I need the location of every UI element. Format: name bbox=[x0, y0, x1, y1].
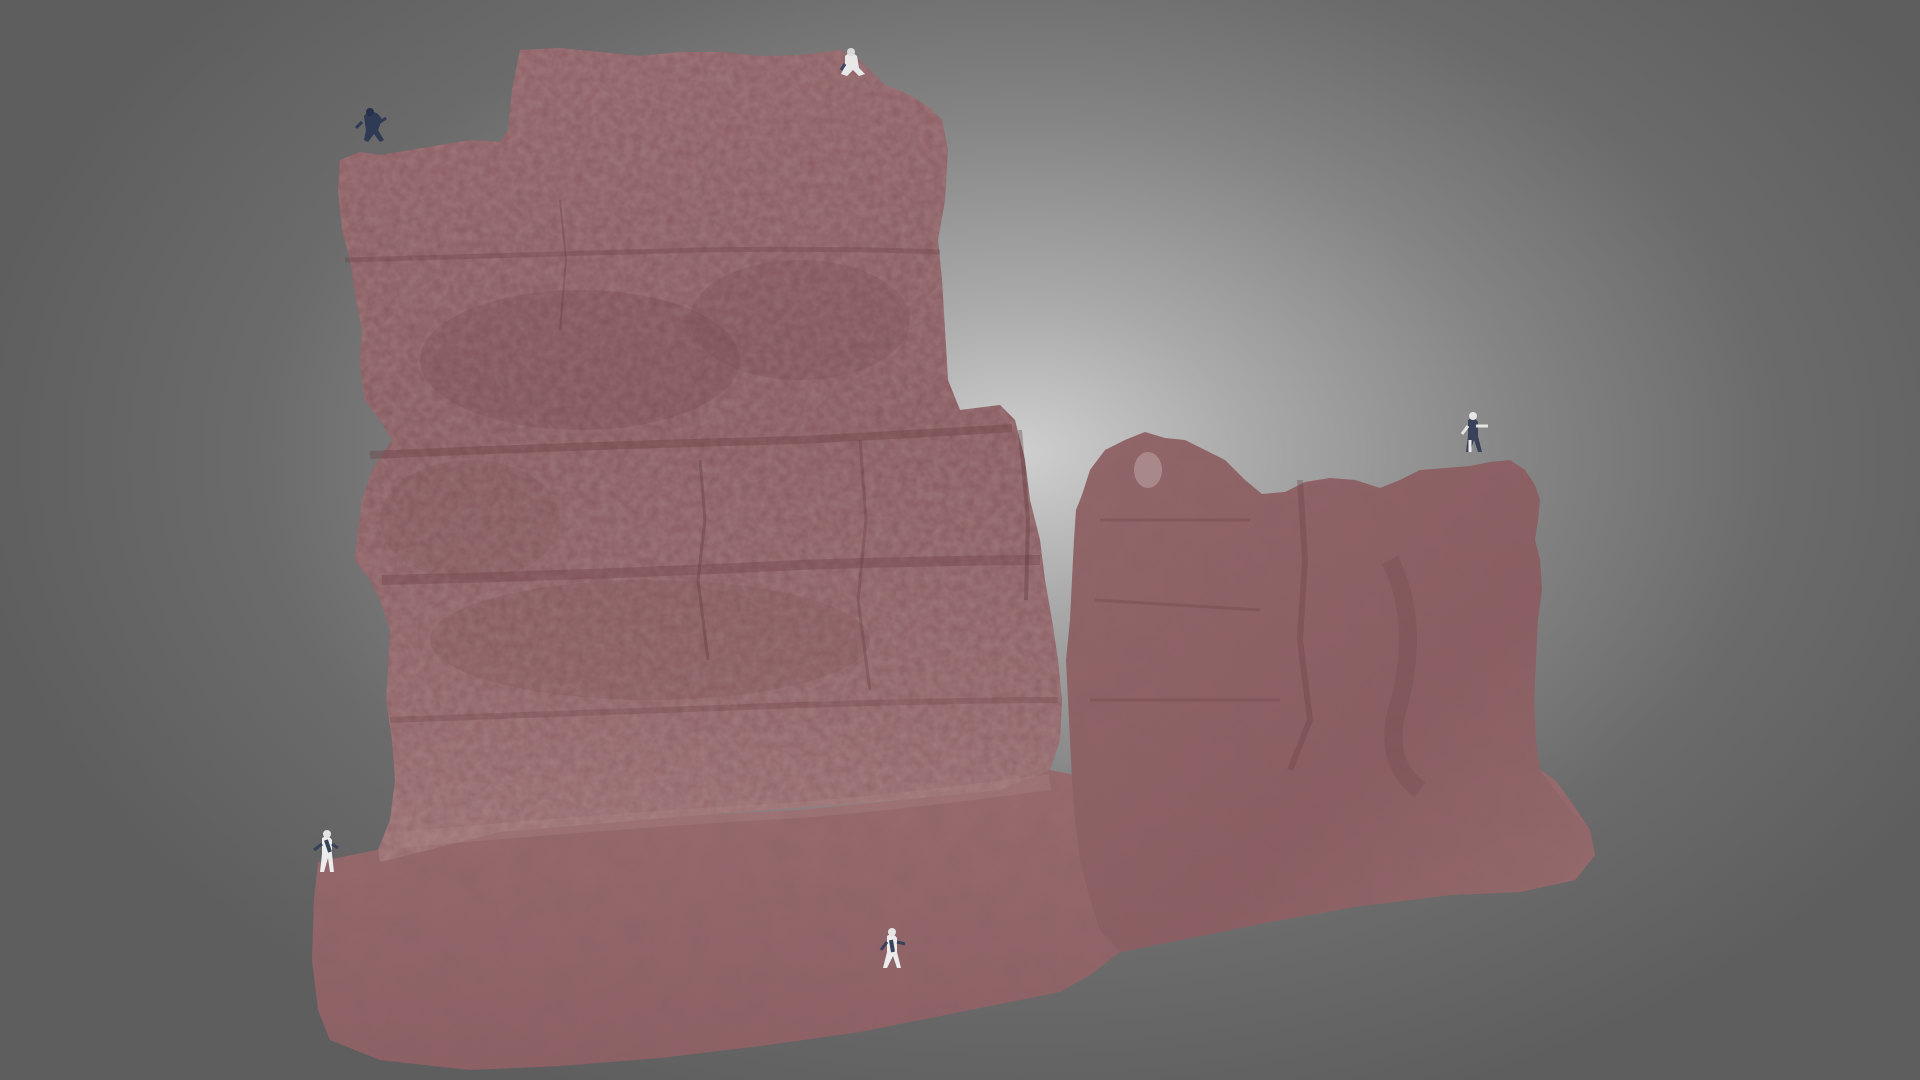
rock-right-block bbox=[1066, 432, 1595, 952]
3d-viewport[interactable] bbox=[0, 0, 1920, 1080]
rock-main-tower bbox=[338, 48, 1062, 862]
rock-model-scene[interactable] bbox=[0, 0, 1920, 1080]
climber-figure-top-left bbox=[354, 108, 387, 142]
climber-figure-right-ledge bbox=[1460, 412, 1488, 452]
